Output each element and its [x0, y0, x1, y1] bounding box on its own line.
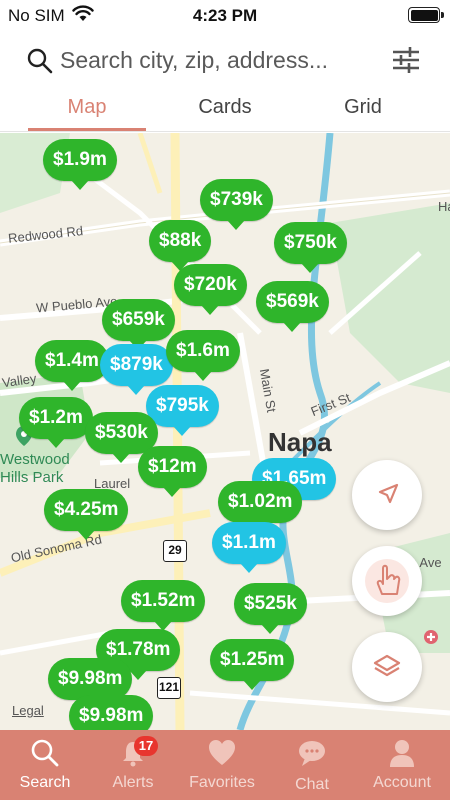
bottom-tab-favorites[interactable]: Favorites: [177, 730, 267, 800]
route-shield-29: 29: [163, 540, 187, 562]
price-pin[interactable]: $1.9m: [43, 139, 117, 190]
bottom-tab-account[interactable]: Account: [357, 730, 447, 800]
bottom-tab-label: Search: [19, 774, 71, 791]
price-pin[interactable]: $569k: [256, 281, 329, 332]
bottom-tab-label: Chat: [295, 776, 329, 793]
tab-map[interactable]: Map: [28, 96, 146, 119]
price-pin[interactable]: $1.2m: [19, 397, 93, 448]
price-pin[interactable]: $1.6m: [166, 330, 240, 381]
tab-cards[interactable]: Cards: [166, 96, 284, 119]
price-pin[interactable]: $530k: [85, 412, 158, 463]
active-tab-indicator: [28, 128, 146, 131]
view-tabs: Map Cards Grid: [0, 88, 450, 132]
price-pin[interactable]: $9.98m: [48, 658, 133, 709]
price-pin[interactable]: $1.4m: [35, 340, 109, 391]
heart-icon: [209, 740, 235, 765]
bottom-tab-chat[interactable]: Chat: [267, 730, 357, 800]
bottom-tab-label: Favorites: [189, 774, 255, 791]
filter-sliders-icon[interactable]: [390, 44, 422, 76]
route-shield-121: 121: [157, 677, 181, 699]
map-layers-button[interactable]: [352, 632, 422, 702]
search-icon: [31, 739, 59, 767]
map-legal-link[interactable]: Legal: [12, 703, 44, 718]
map-view[interactable]: Redwood Rd W Pueblo Ave Valley Main St F…: [0, 133, 450, 730]
layers-icon: [373, 654, 401, 677]
map-label-park-line2: Hills Park: [0, 469, 64, 486]
price-pin[interactable]: $659k: [102, 299, 175, 350]
locate-me-button[interactable]: [352, 460, 422, 530]
status-bar: No SIM 4:23 PM: [0, 0, 450, 32]
medical-poi-icon: [424, 630, 438, 644]
price-pin[interactable]: $879k: [100, 344, 173, 395]
bottom-tab-search[interactable]: Search: [0, 730, 90, 800]
location-arrow-icon: [378, 483, 399, 504]
bottom-tab-bar: Search 17 Alerts Favorites Chat Account: [0, 730, 450, 800]
alerts-count-badge: 17: [134, 736, 158, 756]
clock: 4:23 PM: [192, 6, 258, 25]
map-label-city: Napa: [268, 427, 332, 457]
price-pin[interactable]: $9.98m: [69, 695, 154, 730]
hand-pointer-icon: [365, 559, 409, 603]
price-pin[interactable]: $525k: [234, 583, 307, 634]
user-icon: [390, 740, 414, 767]
map-label-park-line1: Westwood: [0, 451, 70, 468]
price-pin[interactable]: $88k: [149, 220, 212, 271]
price-pin[interactable]: $1.02m: [218, 481, 303, 532]
price-pin[interactable]: $739k: [200, 179, 273, 230]
chat-bubble-icon: [299, 741, 325, 766]
price-pin[interactable]: $1.1m: [212, 522, 286, 573]
price-pin[interactable]: $4.25m: [44, 489, 129, 540]
search-icon: [27, 48, 53, 74]
bottom-tab-label: Account: [373, 774, 431, 791]
search-bar: [0, 36, 450, 86]
battery-icon: [408, 7, 444, 23]
map-label-ha: Ha: [438, 199, 450, 214]
price-pin[interactable]: $1.52m: [121, 580, 206, 631]
price-pin[interactable]: $750k: [274, 222, 347, 273]
tab-grid[interactable]: Grid: [304, 96, 422, 119]
draw-area-button[interactable]: [352, 546, 422, 616]
search-input[interactable]: [60, 44, 378, 76]
price-pin[interactable]: $12m: [138, 446, 207, 497]
price-pin[interactable]: $1.25m: [210, 639, 295, 690]
price-pin[interactable]: $795k: [146, 385, 219, 436]
price-pin[interactable]: $720k: [174, 264, 247, 315]
bottom-tab-label: Alerts: [112, 774, 154, 791]
bottom-tab-alerts[interactable]: 17 Alerts: [88, 730, 178, 800]
